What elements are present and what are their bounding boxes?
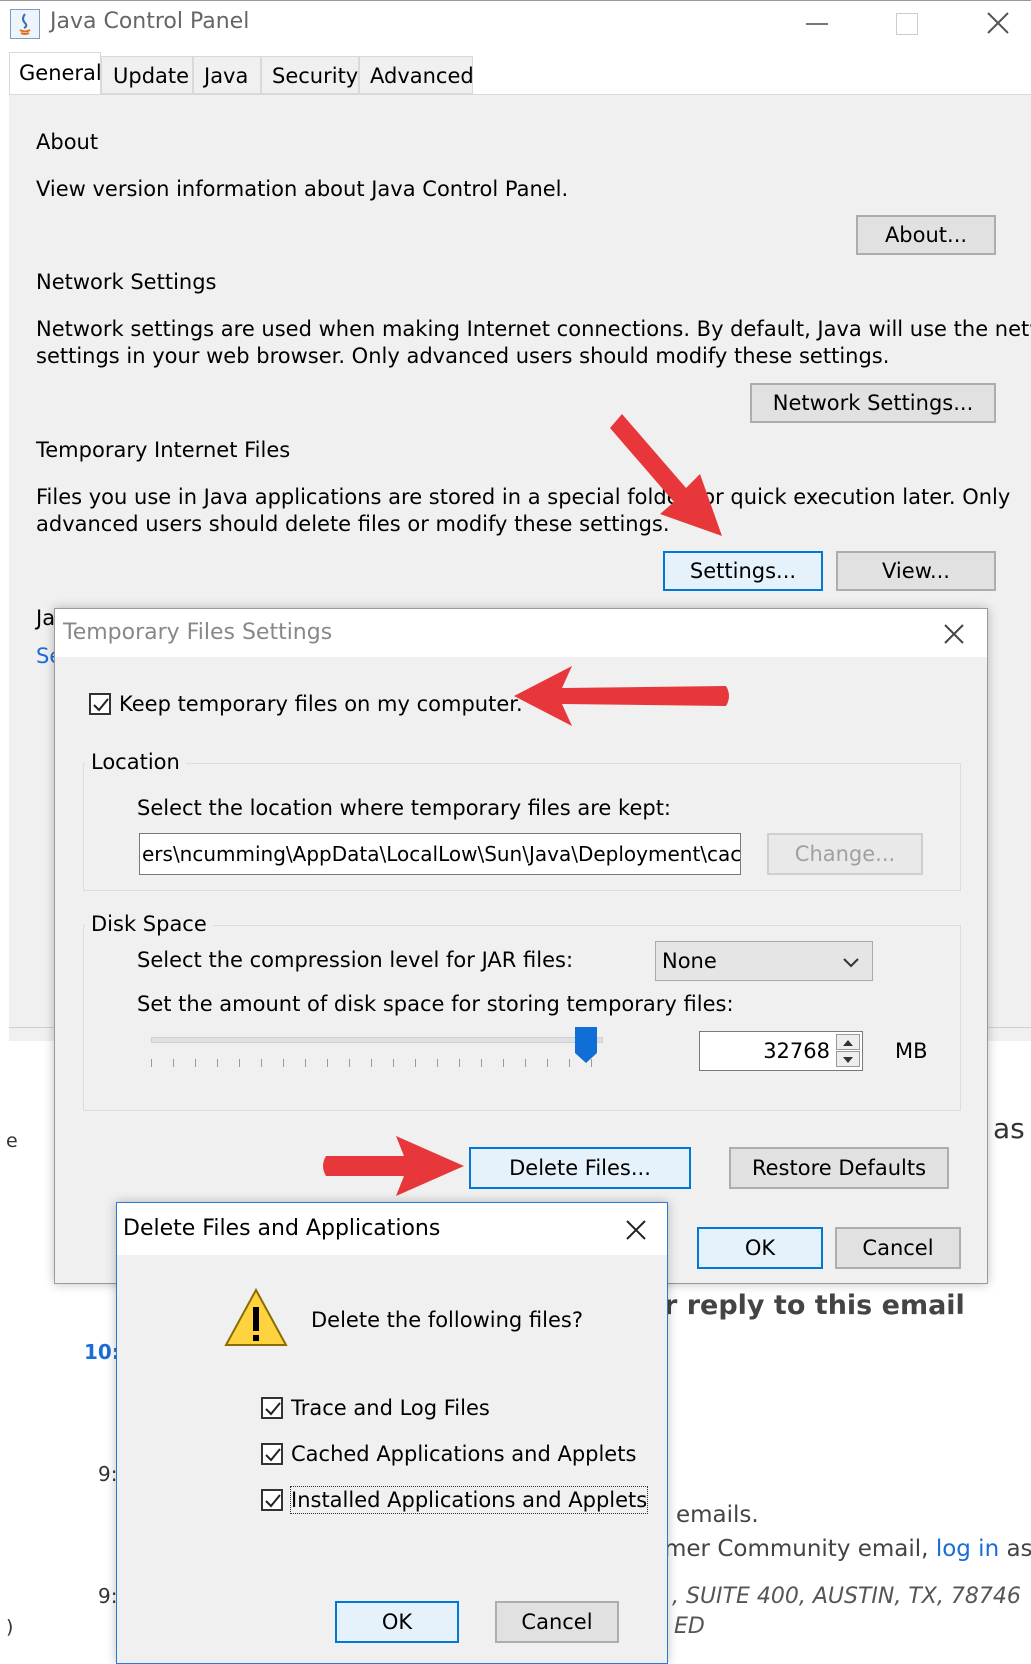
bg-ved-text: ED — [674, 1614, 705, 1639]
tab-advanced[interactable]: Advanced — [359, 56, 474, 94]
delete-dialog-title: Delete Files and Applications — [123, 1216, 441, 1241]
slider-track — [151, 1037, 603, 1043]
delete-ok-button[interactable]: OK — [335, 1601, 459, 1643]
cached-apps-checkbox[interactable] — [261, 1443, 283, 1465]
red-arrow-keep-files — [514, 666, 729, 726]
bg-time-2: 9: — [98, 1462, 118, 1486]
slider-ticks — [151, 1059, 601, 1067]
tab-advanced-label: Advanced — [370, 64, 474, 88]
disk-amount-unit: MB — [895, 1039, 928, 1063]
bg-login-link[interactable]: log in — [936, 1536, 999, 1562]
slider-thumb[interactable] — [575, 1027, 597, 1063]
tab-java[interactable]: Java — [193, 56, 261, 94]
warning-icon — [223, 1287, 289, 1349]
disk-space-slider[interactable] — [151, 1027, 603, 1073]
restore-defaults-button[interactable]: Restore Defaults — [729, 1147, 949, 1189]
temp-view-button[interactable]: View... — [836, 551, 996, 591]
delete-files-button[interactable]: Delete Files... — [469, 1147, 691, 1189]
bg-reply-text: r reply to this email — [664, 1290, 965, 1321]
trace-log-checkbox[interactable] — [261, 1397, 283, 1419]
tab-general[interactable]: General — [9, 52, 102, 94]
keep-files-label[interactable]: Keep temporary files on my computer. — [119, 691, 523, 717]
tab-bar: General Update Java Security Advanced — [0, 44, 1031, 94]
compression-label: Select the compression level for JAR fil… — [137, 948, 574, 972]
disk-amount-label: Set the amount of disk space for storing… — [137, 992, 734, 1016]
cached-apps-label[interactable]: Cached Applications and Applets — [291, 1441, 636, 1467]
network-settings-button[interactable]: Network Settings... — [750, 383, 996, 423]
about-button[interactable]: About... — [856, 215, 996, 255]
delete-question: Delete the following files? — [311, 1308, 583, 1332]
bg-address-text: , SUITE 400, AUSTIN, TX, 78746 — [672, 1584, 1021, 1609]
installed-apps-checkbox[interactable] — [261, 1489, 283, 1511]
tab-java-label: Java — [204, 64, 249, 88]
temp-files-text-2: advanced users should delete files or mo… — [36, 512, 670, 536]
delete-dialog-close-icon[interactable] — [625, 1219, 647, 1241]
title-bar: Java Control Panel — [0, 0, 1031, 45]
bg-e-text: e — [6, 1130, 18, 1152]
temp-cancel-button[interactable]: Cancel — [835, 1227, 961, 1269]
change-button[interactable]: Change... — [767, 833, 923, 875]
window-title: Java Control Panel — [50, 9, 250, 34]
about-text: View version information about Java Cont… — [36, 177, 569, 201]
tab-security-label: Security — [272, 64, 359, 88]
disk-space-group-label: Disk Space — [85, 911, 213, 937]
partial-heading: Ja — [36, 606, 56, 630]
tab-update[interactable]: Update — [101, 56, 193, 94]
location-path-value: ers\ncumming\AppData\LocalLow\Sun\Java\D… — [142, 842, 741, 866]
java-logo-icon — [10, 9, 40, 39]
bg-as-em-text: as em — [1006, 1536, 1031, 1562]
bg-time-3: 9: — [98, 1584, 118, 1608]
delete-files-dialog: Delete Files and Applications Delete the… — [116, 1202, 668, 1664]
location-path-field[interactable]: ers\ncumming\AppData\LocalLow\Sun\Java\D… — [139, 833, 741, 875]
location-group-label: Location — [85, 749, 186, 775]
network-heading: Network Settings — [36, 270, 217, 294]
network-text-2: settings in your web browser. Only advan… — [36, 344, 890, 368]
location-prompt: Select the location where temporary file… — [137, 796, 672, 820]
delete-cancel-button[interactable]: Cancel — [495, 1601, 619, 1643]
temp-dialog-title-bar: Temporary Files Settings — [55, 609, 987, 657]
bg-community-text: mer Community email, — [664, 1536, 936, 1562]
spinner-down-icon[interactable] — [836, 1051, 860, 1067]
close-icon[interactable] — [986, 11, 1010, 35]
temp-files-text-1: Files you use in Java applications are s… — [36, 485, 1011, 509]
spinner-up-icon[interactable] — [836, 1034, 860, 1050]
red-arrow-settings — [610, 414, 722, 536]
installed-apps-label[interactable]: Installed Applications and Applets — [289, 1486, 649, 1514]
bg-emails-text: emails. — [676, 1502, 759, 1528]
disk-amount-value: 32768 — [763, 1039, 830, 1063]
bg-as-text: as — [993, 1112, 1025, 1145]
bg-paren-text: ) — [6, 1616, 14, 1638]
temp-ok-button[interactable]: OK — [697, 1227, 823, 1269]
compression-select[interactable]: None — [655, 941, 873, 981]
bg-community-line: mer Community email, log in as em — [664, 1536, 1031, 1562]
temp-dialog-title: Temporary Files Settings — [63, 620, 333, 645]
tab-security[interactable]: Security — [261, 56, 359, 94]
tab-update-label: Update — [113, 64, 190, 88]
temp-settings-button[interactable]: Settings... — [663, 551, 823, 591]
compression-value: None — [662, 949, 717, 973]
temp-files-heading: Temporary Internet Files — [36, 438, 291, 462]
network-text-1: Network settings are used when making In… — [36, 317, 1031, 341]
chevron-down-icon — [842, 954, 860, 968]
temp-dialog-close-icon[interactable] — [943, 623, 965, 645]
maximize-icon[interactable] — [896, 13, 918, 35]
tab-general-label: General — [19, 61, 102, 85]
about-heading: About — [36, 130, 99, 154]
delete-dialog-title-bar: Delete Files and Applications — [117, 1203, 667, 1255]
trace-log-label[interactable]: Trace and Log Files — [291, 1395, 490, 1421]
disk-amount-spinner[interactable]: 32768 — [699, 1031, 863, 1071]
bg-time-1: 10: — [84, 1340, 120, 1364]
minimize-icon[interactable] — [806, 23, 828, 25]
keep-files-checkbox[interactable] — [89, 693, 111, 715]
red-arrow-delete-files — [323, 1136, 464, 1196]
